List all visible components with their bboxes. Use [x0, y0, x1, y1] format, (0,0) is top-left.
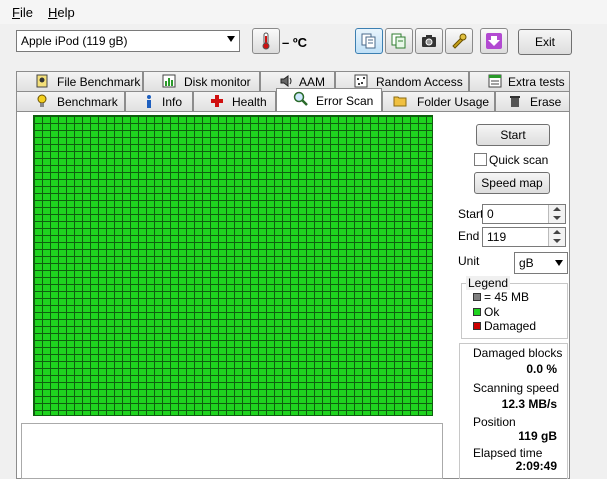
tools-icon: [452, 33, 467, 49]
damaged-blocks-label: Damaged blocks: [473, 346, 563, 360]
tab-info[interactable]: Info: [125, 91, 193, 111]
drive-select-value: Apple iPod (119 gB): [21, 34, 128, 48]
tab-label: File Benchmark: [57, 75, 141, 89]
temperature-readout: – ºC: [282, 35, 307, 50]
disk-monitor-icon: [162, 74, 176, 88]
menu-file-label: ile: [19, 5, 33, 20]
speed-map-button[interactable]: Speed map: [474, 172, 550, 194]
scan-block-map: [33, 115, 433, 416]
camera-icon: [422, 35, 436, 47]
tab-label: Error Scan: [316, 94, 374, 108]
tab-label: Random Access: [376, 75, 463, 89]
legend-title: Legend: [466, 276, 511, 290]
legend-swatch-block: [473, 293, 481, 301]
start-value: 0: [487, 207, 494, 221]
quick-scan-checkbox[interactable]: [474, 153, 487, 166]
copy-button[interactable]: [355, 28, 383, 54]
copy-icon: [361, 33, 376, 49]
menu-help-accel: H: [48, 5, 58, 20]
tab-error-scan[interactable]: Error Scan: [276, 88, 382, 111]
health-cross-icon: [211, 95, 223, 107]
scanning-speed-value: 12.3 MB/s: [501, 397, 557, 411]
temperature-button[interactable]: [252, 28, 280, 54]
chevron-down-icon: [227, 36, 235, 42]
menu-help[interactable]: Help: [48, 5, 75, 20]
tab-extra-tests[interactable]: Extra tests: [469, 71, 570, 91]
unit-value: gB: [519, 256, 534, 270]
trash-icon: [510, 96, 520, 107]
tab-file-benchmark[interactable]: File Benchmark: [16, 71, 143, 91]
extra-tests-icon: [488, 74, 502, 88]
benchmark-icon: [37, 94, 47, 107]
options-button[interactable]: [445, 28, 473, 54]
download-arrow-icon: [486, 33, 502, 49]
speaker-icon: [280, 75, 292, 87]
tab-folder-usage[interactable]: Folder Usage: [382, 91, 495, 111]
spin-updown-icon[interactable]: [548, 228, 565, 246]
start-spinner[interactable]: 0: [482, 204, 566, 224]
magnifier-icon: [293, 91, 308, 106]
menu-help-label: elp: [57, 5, 75, 20]
tab-label: Benchmark: [57, 95, 118, 109]
file-benchmark-icon: [36, 74, 48, 88]
info-icon: [147, 95, 151, 108]
legend-ok: Ok: [484, 305, 500, 319]
end-value: 119: [487, 230, 507, 244]
unit-label: Unit: [458, 254, 480, 268]
tab-label: Erase: [530, 95, 562, 109]
elapsed-time-value: 2:09:49: [515, 459, 557, 473]
legend-damaged: Damaged: [484, 319, 537, 333]
menu-bar: File Help: [0, 0, 607, 24]
menu-file-accel: F: [12, 5, 20, 20]
drive-select[interactable]: Apple iPod (119 gB): [16, 30, 240, 52]
random-access-icon: [354, 74, 368, 88]
legend-block-size: = 45 MB: [484, 290, 530, 304]
tab-label: Disk monitor: [184, 75, 251, 89]
end-spinner[interactable]: 119: [482, 227, 566, 247]
position-value: 119 gB: [518, 429, 557, 443]
exit-button[interactable]: Exit: [518, 29, 572, 55]
start-label: Start: [458, 207, 484, 221]
scanning-speed-label: Scanning speed: [473, 381, 560, 395]
start-button[interactable]: Start: [476, 124, 550, 146]
tab-health[interactable]: Health: [193, 91, 276, 111]
save-text-button[interactable]: [385, 28, 413, 54]
tab-label: AAM: [299, 75, 326, 89]
position-label: Position: [473, 415, 516, 429]
tab-label: Extra tests: [508, 75, 565, 89]
legend-swatch-damaged: [473, 322, 481, 330]
tab-benchmark[interactable]: Benchmark: [16, 91, 125, 111]
document-copy-icon: [391, 33, 406, 49]
end-label: End: [458, 229, 480, 243]
tab-disk-monitor[interactable]: Disk monitor: [143, 71, 260, 91]
folder-icon: [393, 96, 407, 107]
tab-label: Info: [162, 95, 183, 109]
elapsed-time-label: Elapsed time: [473, 446, 543, 460]
chevron-down-icon: [555, 260, 563, 266]
quick-scan-label: Quick scan: [489, 153, 549, 167]
legend-swatch-ok: [473, 308, 481, 316]
thermometer-icon: [262, 32, 270, 50]
tab-label: Folder Usage: [417, 95, 490, 109]
screenshot-button[interactable]: [415, 28, 443, 54]
scan-log[interactable]: [21, 423, 443, 479]
spin-updown-icon[interactable]: [548, 205, 565, 223]
menu-file[interactable]: File: [12, 5, 33, 20]
damaged-blocks-value: 0.0 %: [526, 362, 557, 376]
tab-label: Health: [232, 95, 267, 109]
unit-select[interactable]: gB: [514, 252, 568, 274]
tab-erase[interactable]: Erase: [495, 91, 570, 111]
download-button[interactable]: [480, 28, 508, 54]
